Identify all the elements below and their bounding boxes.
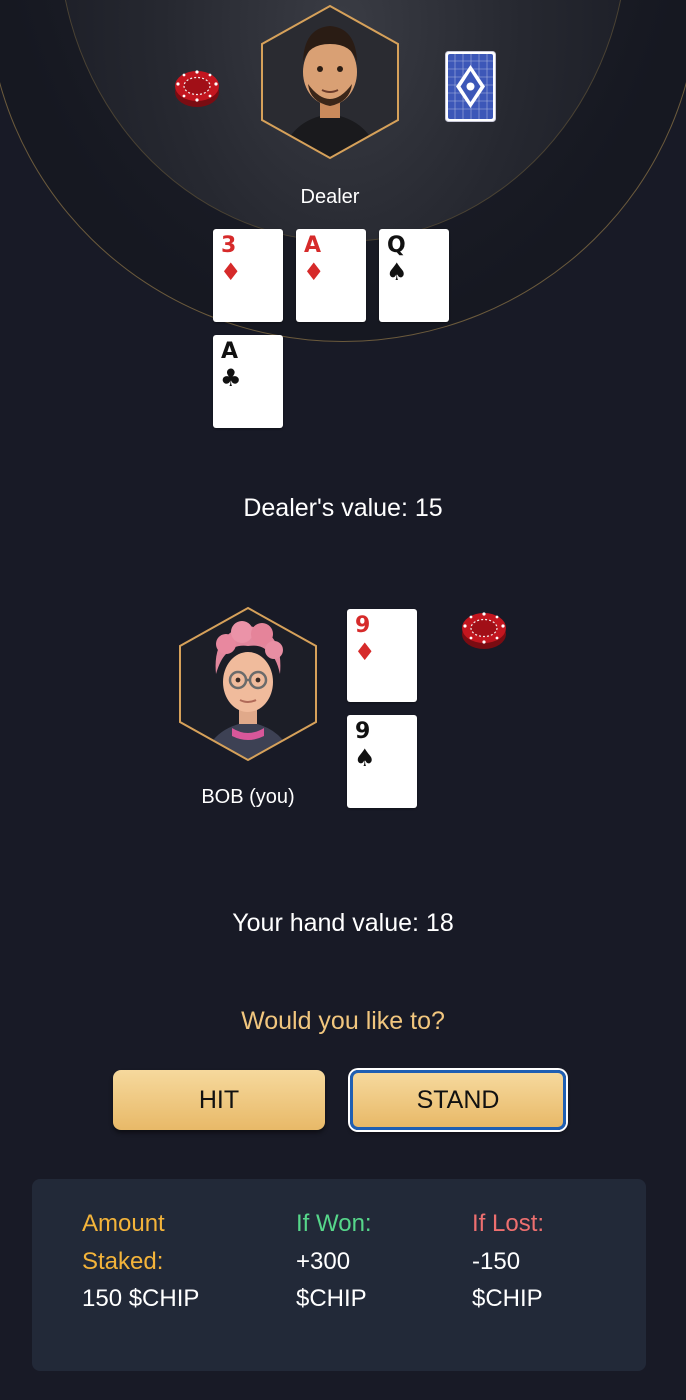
- blackjack-table-view: Dealer 3 ♦ A ♦ Q ♠ A ♣ Dealer's value: 1…: [0, 0, 686, 1400]
- player-name-label: BOB (you): [201, 786, 295, 808]
- dealer-card: A ♣: [213, 335, 283, 428]
- spade-suit-icon: ♠: [386, 258, 408, 286]
- card-rank: 3: [221, 233, 237, 258]
- if-won-value: +300: [296, 1247, 351, 1275]
- amount-staked-header: Staked:: [82, 1247, 164, 1275]
- dealer-hand-value: Dealer's value: 15: [243, 494, 443, 522]
- dealer-card: Q ♠: [379, 229, 449, 322]
- if-won-unit: $CHIP: [296, 1285, 367, 1312]
- stand-button[interactable]: STAND: [350, 1070, 566, 1130]
- dealer-name-label: Dealer: [300, 186, 360, 208]
- if-won-header: If Won:: [296, 1210, 372, 1237]
- diamond-suit-icon: ♦: [354, 638, 376, 666]
- card-rank: 9: [355, 719, 371, 744]
- player-hand-value: Your hand value: 18: [232, 909, 454, 937]
- if-lost-unit: $CHIP: [472, 1285, 543, 1312]
- spade-suit-icon: ♠: [354, 744, 376, 772]
- dealer-avatar: [258, 2, 402, 162]
- card-rank: A: [304, 233, 322, 258]
- if-lost-header: If Lost:: [472, 1210, 545, 1237]
- dealer-chip-icon: [172, 62, 222, 112]
- player-chip-icon: [459, 604, 509, 654]
- player-card: 9 ♦: [347, 609, 417, 702]
- amount-staked-column: Amount Staked: 150 $CHIP: [82, 1205, 262, 1318]
- card-rank: A: [221, 339, 239, 364]
- amount-staked-header: Amount: [82, 1210, 165, 1237]
- amount-staked-value: 150 $CHIP: [82, 1285, 200, 1312]
- dealer-card: A ♦: [296, 229, 366, 322]
- dealer-card: 3 ♦: [213, 229, 283, 322]
- hit-button[interactable]: HIT: [113, 1070, 325, 1130]
- stake-summary-panel: Amount Staked: 150 $CHIP If Won: +300 $C…: [32, 1179, 646, 1371]
- deck-card-back-icon: [445, 51, 496, 122]
- player-avatar: [176, 604, 320, 764]
- if-lost-value: -150: [472, 1247, 521, 1275]
- card-rank: 9: [355, 613, 371, 638]
- card-rank: Q: [387, 233, 406, 258]
- club-suit-icon: ♣: [220, 364, 242, 392]
- action-prompt: Would you like to?: [241, 1007, 445, 1035]
- diamond-suit-icon: ♦: [220, 258, 242, 286]
- if-lost-column: If Lost: -150 $CHIP: [472, 1205, 632, 1318]
- diamond-suit-icon: ♦: [303, 258, 325, 286]
- player-card: 9 ♠: [347, 715, 417, 808]
- if-won-column: If Won: +300 $CHIP: [296, 1205, 456, 1318]
